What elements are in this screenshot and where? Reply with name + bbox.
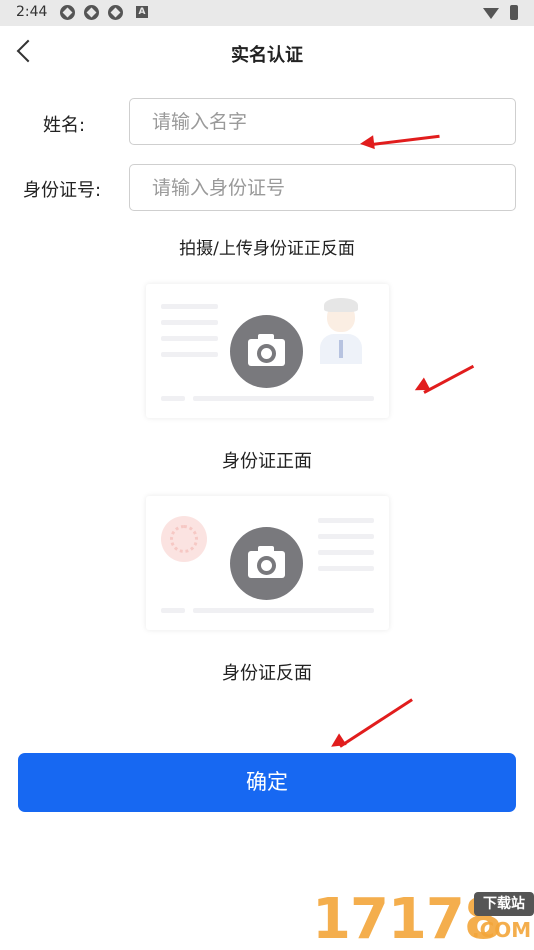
placeholder-line xyxy=(161,336,218,341)
site-watermark: 17178 下载站 .COM xyxy=(308,888,534,950)
id-back-caption: 身份证反面 xyxy=(222,663,312,684)
id-front-caption: 身份证正面 xyxy=(222,451,312,472)
watermark-domain: .COM xyxy=(472,918,532,942)
placeholder-line xyxy=(161,352,218,357)
placeholder-line xyxy=(161,304,218,309)
annotation-arrow xyxy=(423,364,475,394)
id-number-label: 身份证号: xyxy=(23,180,102,201)
camera-icon[interactable] xyxy=(230,315,303,388)
annotation-arrow-head xyxy=(327,733,347,753)
battery-icon xyxy=(510,5,518,20)
sync-icon xyxy=(84,5,99,20)
wifi-icon xyxy=(483,8,499,19)
placeholder-line xyxy=(193,608,374,613)
app-header: 实名认证 xyxy=(0,26,534,82)
name-input[interactable] xyxy=(129,98,516,145)
sync-icon xyxy=(108,5,123,20)
watermark-badge: 下载站 xyxy=(474,892,534,916)
emblem-ring-icon xyxy=(170,525,198,553)
placeholder-line xyxy=(193,396,374,401)
name-label: 姓名: xyxy=(43,115,86,136)
placeholder-line xyxy=(318,534,374,539)
a-icon: A xyxy=(136,6,148,18)
sync-icon xyxy=(60,5,75,20)
annotation-arrow xyxy=(339,698,413,748)
id-number-input[interactable] xyxy=(129,164,516,211)
confirm-button[interactable]: 确定 xyxy=(18,753,516,812)
placeholder-line xyxy=(318,550,374,555)
annotation-arrow-head xyxy=(411,377,431,397)
status-time: 2:44 xyxy=(16,4,48,20)
hair-icon xyxy=(324,298,358,312)
placeholder-line xyxy=(161,396,185,401)
id-front-upload-card[interactable] xyxy=(146,284,389,418)
annotation-arrow-head xyxy=(359,135,375,151)
camera-icon[interactable] xyxy=(230,527,303,600)
id-back-upload-card[interactable] xyxy=(146,496,389,630)
upload-instruction: 拍摄/上传身份证正反面 xyxy=(179,239,355,259)
tie-icon xyxy=(339,340,343,358)
placeholder-line xyxy=(161,320,218,325)
placeholder-line xyxy=(161,608,185,613)
placeholder-line xyxy=(318,518,374,523)
page-title: 实名认证 xyxy=(231,45,303,66)
status-bar: 2:44 A xyxy=(0,0,534,26)
placeholder-line xyxy=(318,566,374,571)
